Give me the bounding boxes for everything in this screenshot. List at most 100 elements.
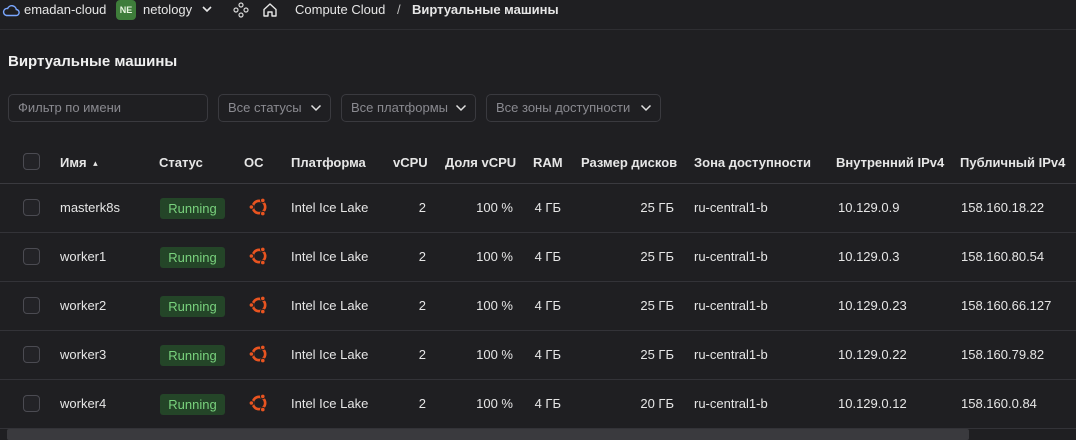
status-filter-value: Все статусы [228,100,302,115]
column-header-status[interactable]: Статус [159,155,203,170]
disk-size-cell: 20 ГБ [640,396,674,411]
column-header-public-ipv4[interactable]: Публичный IPv4 [960,155,1065,170]
cloud-selector[interactable]: emadan-cloud [24,2,106,17]
status-badge: Running [160,247,225,268]
zone-cell: ru-central1-b [694,298,768,313]
services-icon[interactable] [233,2,249,18]
internal-ipv4-cell: 10.129.0.9 [838,200,900,215]
zone-cell: ru-central1-b [694,200,768,215]
chevron-down-icon [640,104,652,112]
top-navigation-bar: emadan-cloud NE netology Compute Cloud /… [0,0,1076,30]
row-checkbox[interactable] [23,395,40,412]
vcpu-cell: 2 [418,249,426,264]
zone-cell: ru-central1-b [694,396,768,411]
row-checkbox[interactable] [23,248,40,265]
row-checkbox[interactable] [23,199,40,216]
platform-cell: Intel Ice Lake [291,200,369,215]
select-all-checkbox[interactable] [23,153,40,170]
platform-cell: Intel Ice Lake [291,396,369,411]
column-header-platform[interactable]: Платформа [291,155,366,170]
horizontal-scrollbar[interactable] [7,429,969,440]
ram-cell: 4 ГБ [534,396,561,411]
vcpu-share-cell: 100 % [476,200,513,215]
column-header-zone[interactable]: Зона доступности [694,155,811,170]
ubuntu-icon [248,294,270,316]
column-header-internal-ipv4[interactable]: Внутренний IPv4 [836,155,944,170]
sort-ascending-icon: ▴ [93,158,98,168]
chevron-down-icon [310,104,322,112]
row-checkbox[interactable] [23,346,40,363]
vcpu-share-cell: 100 % [476,396,513,411]
platform-cell: Intel Ice Lake [291,249,369,264]
platform-filter-select[interactable]: Все платформы [341,94,476,122]
table-row[interactable]: worker1 Running Intel Ice Lake 2 100 % 4 ГБ 25… [0,233,1076,282]
vm-name-link[interactable]: worker3 [60,347,106,362]
column-header-vcpu[interactable]: vCPU [393,155,428,170]
column-header-name-label: Имя [60,155,87,170]
table-row[interactable]: masterk8s Running Intel Ice Lake 2 100 % 4 ГБ… [0,184,1076,233]
public-ipv4-cell: 158.160.66.127 [961,298,1052,313]
zone-cell: ru-central1-b [694,249,768,264]
public-ipv4-cell: 158.160.80.54 [961,249,1045,264]
column-header-disk-size[interactable]: Размер дисков [581,155,677,170]
status-badge: Running [160,345,225,366]
row-checkbox[interactable] [23,297,40,314]
vm-name-link[interactable]: masterk8s [60,200,120,215]
breadcrumb-compute-cloud[interactable]: Compute Cloud [295,2,385,17]
ubuntu-icon [248,343,270,365]
vm-name-link[interactable]: worker2 [60,298,106,313]
vm-name-link[interactable]: worker4 [60,396,106,411]
ram-cell: 4 ГБ [534,249,561,264]
column-header-ram[interactable]: RAM [533,155,563,170]
table-row[interactable]: worker3 Running Intel Ice Lake 2 100 % 4 ГБ 25… [0,331,1076,380]
folder-selector[interactable]: netology [143,2,192,17]
table-row[interactable]: worker2 Running Intel Ice Lake 2 100 % 4 ГБ 25… [0,282,1076,331]
table-row[interactable]: worker4 Running Intel Ice Lake 2 100 % 4 ГБ 20… [0,380,1076,429]
home-icon[interactable] [262,2,278,18]
breadcrumb-current: Виртуальные машины [412,2,559,17]
vcpu-share-cell: 100 % [476,249,513,264]
zone-filter-select[interactable]: Все зоны доступности [486,94,661,122]
column-header-os[interactable]: ОС [244,155,264,170]
public-ipv4-cell: 158.160.79.82 [961,347,1045,362]
folder-badge: NE [116,0,136,20]
cloud-icon[interactable] [2,3,20,17]
chevron-down-icon [455,104,467,112]
status-badge: Running [160,394,225,415]
platform-cell: Intel Ice Lake [291,298,369,313]
column-header-vcpu-share[interactable]: Доля vCPU [445,155,516,170]
vcpu-share-cell: 100 % [476,298,513,313]
page-title: Виртуальные машины [8,53,178,70]
disk-size-cell: 25 ГБ [640,347,674,362]
status-badge: Running [160,198,225,219]
zone-cell: ru-central1-b [694,347,768,362]
table-header: Имя ▴ Статус ОС Платформа vCPU Доля vCPU… [0,140,1076,184]
disk-size-cell: 25 ГБ [640,298,674,313]
ubuntu-icon [248,196,270,218]
vcpu-cell: 2 [418,298,426,313]
name-filter-input[interactable]: Фильтр по имени [8,94,208,122]
breadcrumb-separator: / [397,2,401,17]
internal-ipv4-cell: 10.129.0.12 [838,396,907,411]
ubuntu-icon [248,392,270,414]
vcpu-cell: 2 [418,200,426,215]
chevron-down-icon[interactable] [201,3,213,15]
disk-size-cell: 25 ГБ [640,200,674,215]
disk-size-cell: 25 ГБ [640,249,674,264]
ram-cell: 4 ГБ [534,200,561,215]
vcpu-cell: 2 [418,347,426,362]
public-ipv4-cell: 158.160.18.22 [961,200,1045,215]
column-header-name[interactable]: Имя ▴ [60,155,98,170]
vcpu-share-cell: 100 % [476,347,513,362]
public-ipv4-cell: 158.160.0.84 [961,396,1037,411]
platform-filter-value: Все платформы [351,100,448,115]
ubuntu-icon [248,245,270,267]
vcpu-cell: 2 [418,396,426,411]
internal-ipv4-cell: 10.129.0.3 [838,249,900,264]
zone-filter-value: Все зоны доступности [496,100,631,115]
status-filter-select[interactable]: Все статусы [218,94,331,122]
ram-cell: 4 ГБ [534,298,561,313]
vm-name-link[interactable]: worker1 [60,249,106,264]
name-filter-placeholder: Фильтр по имени [18,100,122,115]
status-badge: Running [160,296,225,317]
